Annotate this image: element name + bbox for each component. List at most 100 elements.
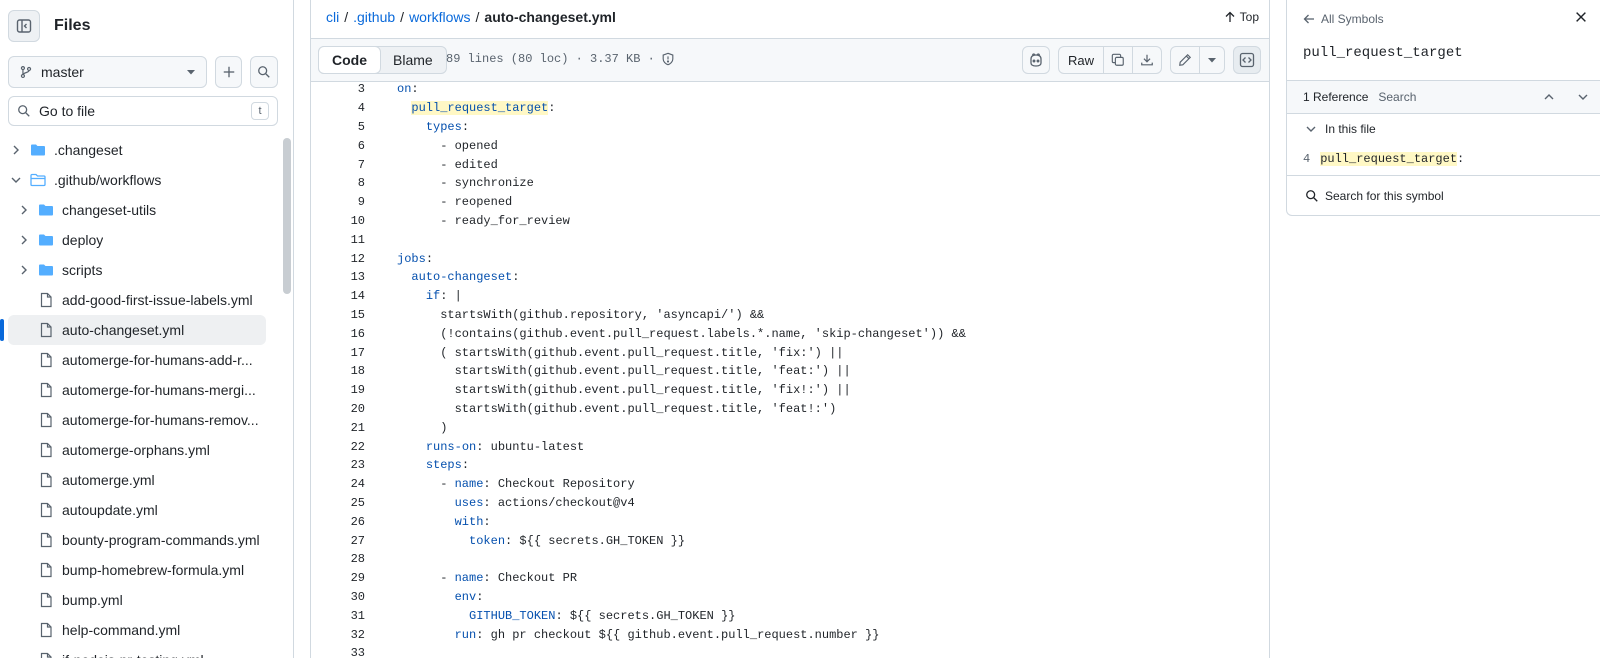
code-line[interactable]: 13 auto-changeset: [311, 268, 1269, 287]
line-number[interactable]: 5 [311, 120, 365, 134]
tab-code[interactable]: Code [318, 46, 381, 74]
line-number[interactable]: 29 [311, 571, 365, 585]
line-number[interactable]: 25 [311, 496, 365, 510]
tab-blame[interactable]: Blame [380, 47, 446, 73]
code-line[interactable]: 16 (!contains(github.event.pull_request.… [311, 324, 1269, 343]
search-files-button[interactable] [250, 56, 278, 88]
line-number[interactable]: 12 [311, 252, 365, 266]
code-line[interactable]: 20 startsWith(github.event.pull_request.… [311, 400, 1269, 419]
code-line[interactable]: 11 [311, 230, 1269, 249]
code-line[interactable]: 8 - synchronize [311, 174, 1269, 193]
code-line[interactable]: 10 - ready_for_review [311, 212, 1269, 231]
line-number[interactable]: 10 [311, 214, 365, 228]
line-number[interactable]: 24 [311, 477, 365, 491]
search-for-symbol-button[interactable]: Search for this symbol [1287, 175, 1600, 215]
download-button[interactable] [1132, 47, 1161, 73]
line-number[interactable]: 3 [311, 82, 365, 96]
tree-file[interactable]: automerge-for-humans-mergi... [8, 375, 266, 405]
code-line[interactable]: 21 ) [311, 418, 1269, 437]
copy-raw-button[interactable] [1103, 47, 1132, 73]
line-number[interactable]: 21 [311, 421, 365, 435]
breadcrumb-repo-link[interactable]: cli [326, 9, 339, 25]
code-line[interactable]: 17 ( startsWith(github.event.pull_reques… [311, 343, 1269, 362]
tree-folder[interactable]: deploy [8, 225, 266, 255]
code-line[interactable]: 30 env: [311, 588, 1269, 607]
copilot-button[interactable] [1021, 46, 1050, 74]
line-number[interactable]: 32 [311, 628, 365, 642]
line-number[interactable]: 4 [311, 101, 365, 115]
breadcrumb-workflows-link[interactable]: workflows [409, 9, 470, 25]
line-number[interactable]: 26 [311, 515, 365, 529]
code-line[interactable]: 12 jobs: [311, 249, 1269, 268]
tree-file[interactable]: autoupdate.yml [8, 495, 266, 525]
line-number[interactable]: 31 [311, 609, 365, 623]
code-line[interactable]: 27 token: ${{ secrets.GH_TOKEN }} [311, 531, 1269, 550]
line-number[interactable]: 22 [311, 440, 365, 454]
code-line[interactable]: 29 - name: Checkout PR [311, 569, 1269, 588]
code-line[interactable]: 14 if: | [311, 287, 1269, 306]
code-line[interactable]: 15 startsWith(github.repository, 'asynca… [311, 306, 1269, 325]
code-line[interactable]: 26 with: [311, 512, 1269, 531]
edit-file-button[interactable] [1171, 47, 1199, 73]
reference-line[interactable]: 4 pull_request_target: [1303, 152, 1464, 166]
code-line[interactable]: 18 startsWith(github.event.pull_request.… [311, 362, 1269, 381]
line-number[interactable]: 30 [311, 590, 365, 604]
code-line[interactable]: 33 [311, 644, 1269, 658]
line-number[interactable]: 19 [311, 383, 365, 397]
tree-file[interactable]: help-command.yml [8, 615, 266, 645]
code-line[interactable]: 28 [311, 550, 1269, 569]
code-line[interactable]: 32 run: gh pr checkout ${{ github.event.… [311, 625, 1269, 644]
tree-file[interactable]: auto-changeset.yml [0, 315, 266, 345]
back-to-top-link[interactable]: Top [1224, 10, 1259, 24]
code-line[interactable]: 24 - name: Checkout Repository [311, 475, 1269, 494]
symbols-panel-toggle[interactable] [1233, 46, 1261, 74]
in-this-file-toggle[interactable]: In this file [1305, 122, 1376, 136]
tree-file[interactable]: bounty-program-commands.yml [8, 525, 266, 555]
sidebar-scrollbar[interactable] [283, 138, 291, 294]
line-number[interactable]: 6 [311, 139, 365, 153]
code-line[interactable]: 9 - reopened [311, 193, 1269, 212]
line-number[interactable]: 8 [311, 176, 365, 190]
go-to-file-input[interactable] [39, 103, 239, 119]
close-symbols-button[interactable] [1574, 10, 1588, 27]
go-to-file-field[interactable]: t [8, 96, 278, 126]
code-line[interactable]: 22 runs-on: ubuntu-latest [311, 437, 1269, 456]
reference-search-link[interactable]: Search [1378, 90, 1416, 104]
code-line[interactable]: 25 uses: actions/checkout@v4 [311, 494, 1269, 513]
code-line[interactable]: 31 GITHUB_TOKEN: ${{ secrets.GH_TOKEN }} [311, 606, 1269, 625]
tree-file[interactable]: automerge.yml [8, 465, 266, 495]
code-line[interactable]: 23 steps: [311, 456, 1269, 475]
branch-select-button[interactable]: master [8, 56, 207, 88]
line-number[interactable]: 17 [311, 346, 365, 360]
line-number[interactable]: 14 [311, 289, 365, 303]
shield-info-icon[interactable] [661, 52, 675, 66]
line-number[interactable]: 27 [311, 534, 365, 548]
code-line[interactable]: 19 startsWith(github.event.pull_request.… [311, 381, 1269, 400]
add-file-button[interactable] [214, 56, 243, 88]
line-number[interactable]: 18 [311, 364, 365, 378]
code-line[interactable]: 3 on: [311, 80, 1269, 99]
line-number[interactable]: 15 [311, 308, 365, 322]
tree-file[interactable]: bump-homebrew-formula.yml [8, 555, 266, 585]
tree-folder[interactable]: changeset-utils [8, 195, 266, 225]
line-number[interactable]: 28 [311, 552, 365, 566]
tree-file[interactable]: automerge-for-humans-remov... [8, 405, 266, 435]
edit-options-button[interactable] [1199, 47, 1224, 73]
line-number[interactable]: 13 [311, 270, 365, 284]
chevron-up-icon[interactable] [1543, 91, 1555, 103]
line-number[interactable]: 7 [311, 158, 365, 172]
code-line[interactable]: 5 types: [311, 118, 1269, 137]
tree-file[interactable]: automerge-orphans.yml [8, 435, 266, 465]
tree-file[interactable]: bump.yml [8, 585, 266, 615]
chevron-down-icon[interactable] [1577, 91, 1589, 103]
line-number[interactable]: 16 [311, 327, 365, 341]
tree-file[interactable]: if-nodejs-pr-testing.yml [8, 645, 266, 658]
line-number[interactable]: 20 [311, 402, 365, 416]
line-number[interactable]: 23 [311, 458, 365, 472]
code-line[interactable]: 7 - edited [311, 155, 1269, 174]
code-line[interactable]: 4 pull_request_target: [311, 99, 1269, 118]
tree-folder[interactable]: .changeset [8, 135, 266, 165]
tree-folder[interactable]: .github/workflows [8, 165, 266, 195]
line-number[interactable]: 33 [311, 646, 365, 658]
line-number[interactable]: 11 [311, 233, 365, 247]
